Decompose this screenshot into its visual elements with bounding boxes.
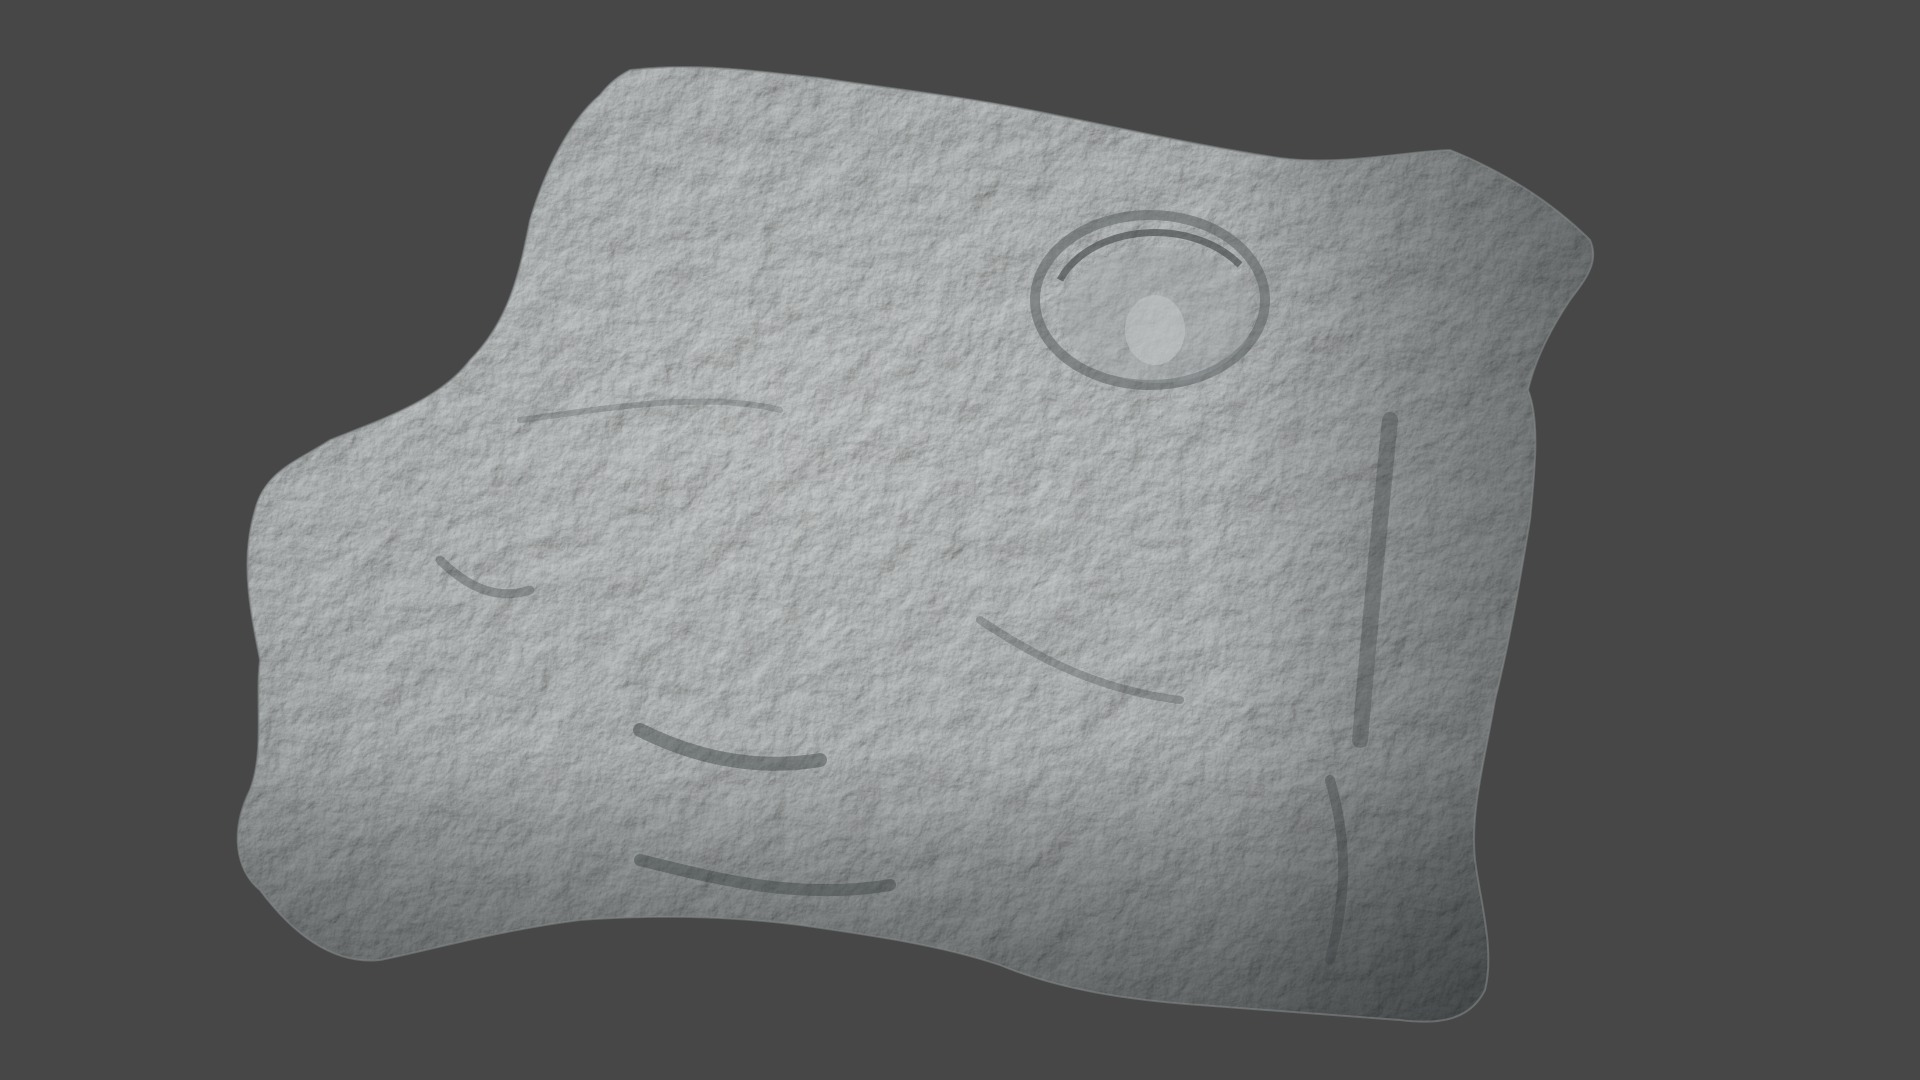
render-canvas[interactable] (0, 0, 1920, 1080)
3d-viewport[interactable] (0, 0, 1920, 1080)
